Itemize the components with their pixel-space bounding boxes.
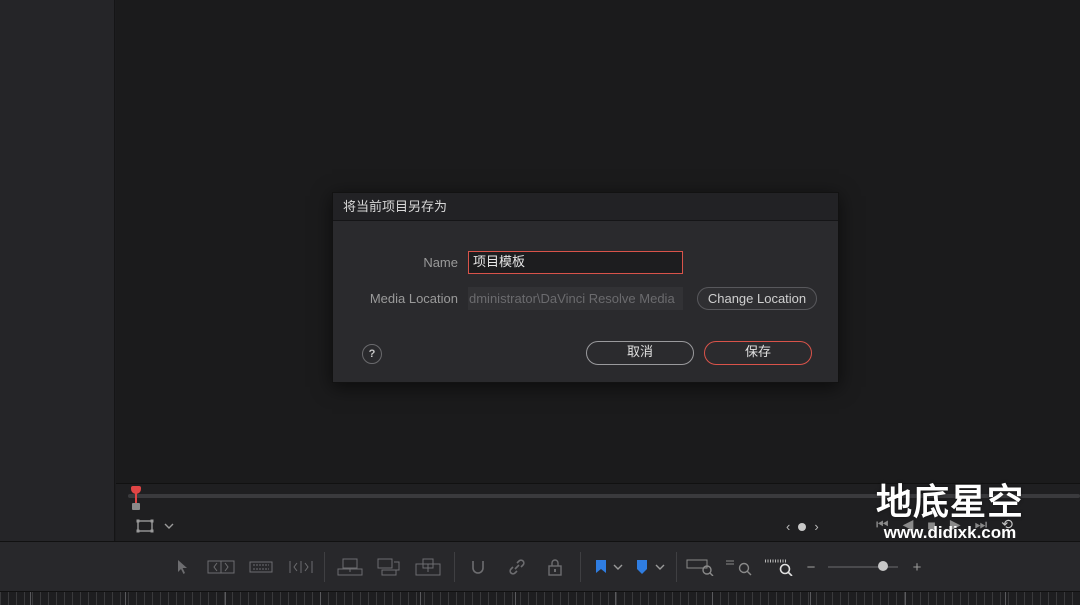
zoom-out-icon[interactable]: −: [805, 556, 817, 578]
chevron-right-icon[interactable]: ›: [814, 519, 818, 534]
watermark-url: www.didixk.com: [883, 523, 1017, 542]
dynamic-trim-icon[interactable]: [287, 556, 315, 578]
selection-icon[interactable]: [174, 556, 192, 578]
chevron-down-icon[interactable]: [654, 556, 666, 578]
separator: [580, 552, 581, 582]
edit-toolbar: − +: [0, 541, 1080, 591]
flag-icon[interactable]: [594, 556, 608, 578]
link-icon[interactable]: [506, 556, 528, 578]
chevron-down-icon[interactable]: [164, 518, 174, 534]
snapping-icon[interactable]: [468, 556, 488, 578]
name-label: Name: [423, 255, 458, 270]
app-root: ‹ › ⏮ ◀ ■ ▶ ⏭ ⟲ − + 将当前项目另存为 Name 项目模板 M…: [0, 0, 1080, 605]
media-pool-panel: [0, 0, 115, 541]
chevron-left-icon[interactable]: ‹: [786, 519, 790, 534]
chevron-down-icon[interactable]: [612, 556, 624, 578]
media-location-label: Media Location: [369, 291, 458, 306]
trim-icon[interactable]: [206, 556, 236, 578]
zoom-detail-icon[interactable]: [725, 556, 753, 578]
media-location-field: dministrator\DaVinci Resolve Media: [468, 287, 683, 310]
name-input[interactable]: 项目模板: [468, 251, 683, 274]
help-button[interactable]: ?: [362, 344, 382, 364]
separator: [676, 552, 677, 582]
frame-nav: ‹ ›: [786, 519, 819, 534]
dialog-title: 将当前项目另存为: [333, 193, 838, 221]
change-location-button[interactable]: Change Location: [697, 287, 817, 310]
lock-icon[interactable]: [545, 556, 565, 578]
zoom-full-icon[interactable]: [686, 556, 714, 578]
save-button[interactable]: 保存: [704, 341, 812, 365]
separator: [454, 552, 455, 582]
playhead[interactable]: [131, 486, 141, 512]
safe-area-icon[interactable]: [136, 518, 154, 534]
center-dot-icon[interactable]: [798, 522, 807, 531]
marker-icon[interactable]: [635, 556, 649, 578]
save-as-template-dialog: 将当前项目另存为 Name 项目模板 Media Location dminis…: [332, 192, 839, 383]
insert-icon[interactable]: [337, 556, 363, 578]
blade-icon[interactable]: [248, 556, 274, 578]
zoom-slider-handle[interactable]: [878, 561, 888, 571]
zoom-custom-icon[interactable]: [764, 556, 794, 578]
zoom-in-icon[interactable]: +: [911, 556, 923, 578]
separator: [324, 552, 325, 582]
cancel-button[interactable]: 取消: [586, 341, 694, 365]
watermark-text: 地底星空: [875, 482, 1024, 523]
overwrite-icon[interactable]: [376, 556, 402, 578]
watermark: 地底星空 www.didixk.com: [870, 482, 1030, 542]
timeline-ruler[interactable]: [0, 591, 1080, 605]
replace-icon[interactable]: [414, 556, 442, 578]
